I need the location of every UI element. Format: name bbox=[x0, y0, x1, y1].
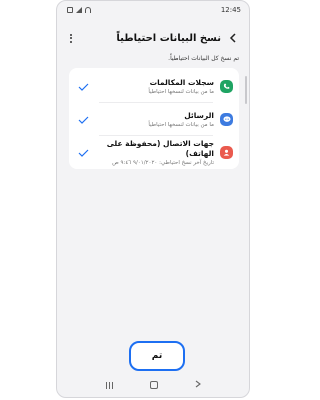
list-item-messages[interactable]: الرسائل ما من بيانات لنسخها احتياطياً bbox=[69, 103, 239, 136]
list-item-subtitle: ما من بيانات لنسخها احتياطياً bbox=[148, 121, 214, 128]
check-icon bbox=[75, 81, 91, 93]
backup-items-card: سجلات المكالمات ما من بيانات لنسخها احتي… bbox=[69, 68, 239, 169]
sim-icon bbox=[67, 7, 73, 13]
done-button[interactable]: تم bbox=[129, 341, 185, 371]
phone-screen: 12:45 نسخ البيانات احتياطياً تم نسخ كل ا… bbox=[56, 0, 250, 398]
recent-apps-icon[interactable] bbox=[105, 381, 113, 389]
check-icon bbox=[75, 147, 91, 159]
list-item-text: الرسائل ما من بيانات لنسخها احتياطياً bbox=[91, 111, 214, 129]
backup-status-text: تم نسخ كل البيانات احتياطياً. bbox=[168, 55, 239, 62]
phone-icon bbox=[220, 80, 233, 93]
app-header: نسخ البيانات احتياطياً bbox=[57, 25, 249, 51]
list-item-text: سجلات المكالمات ما من بيانات لنسخها احتي… bbox=[91, 78, 214, 96]
list-item-text: جهات الاتصال (محفوظة على الهاتف) تاريخ آ… bbox=[91, 139, 214, 167]
status-time: 12:45 bbox=[220, 6, 241, 14]
message-icon bbox=[220, 113, 233, 126]
list-item-title: سجلات المكالمات bbox=[149, 77, 214, 87]
check-icon bbox=[75, 114, 91, 126]
list-item-title: جهات الاتصال (محفوظة على الهاتف) bbox=[106, 138, 214, 158]
list-item-title: الرسائل bbox=[184, 110, 214, 120]
status-icons bbox=[67, 7, 91, 13]
page-title: نسخ البيانات احتياطياً bbox=[116, 32, 221, 44]
scrollbar[interactable] bbox=[245, 76, 247, 104]
signal-icon bbox=[76, 7, 82, 13]
wifi-icon bbox=[85, 7, 91, 13]
back-button[interactable] bbox=[225, 30, 241, 46]
home-icon[interactable] bbox=[149, 381, 158, 389]
list-item-contacts[interactable]: جهات الاتصال (محفوظة على الهاتف) تاريخ آ… bbox=[69, 136, 239, 169]
list-item-subtitle: ما من بيانات لنسخها احتياطياً bbox=[148, 88, 214, 95]
navigation-bar bbox=[57, 373, 249, 397]
more-vertical-icon bbox=[70, 33, 72, 36]
contact-icon bbox=[220, 146, 233, 159]
list-item-call-logs[interactable]: سجلات المكالمات ما من بيانات لنسخها احتي… bbox=[69, 70, 239, 103]
chevron-left-icon bbox=[229, 33, 236, 43]
list-item-subtitle: تاريخ آخر نسخ احتياطي: ٩/٠١/٢٠٢٠ ٩:٤٦ ص bbox=[112, 159, 214, 166]
more-options-button[interactable] bbox=[65, 33, 77, 43]
nav-back-icon[interactable] bbox=[195, 380, 201, 391]
status-bar: 12:45 bbox=[57, 1, 249, 19]
